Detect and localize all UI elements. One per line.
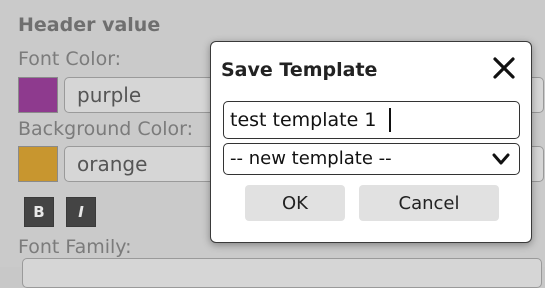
cancel-button[interactable]: Cancel [359, 185, 499, 221]
font-color-swatch[interactable] [18, 77, 58, 113]
bold-button[interactable]: B [24, 197, 54, 227]
chevron-down-icon [492, 153, 510, 165]
save-template-dialog: Save Template -- new template -- OK Canc… [210, 41, 532, 243]
background-color-swatch[interactable] [18, 146, 58, 182]
template-select-value: -- new template -- [230, 148, 392, 169]
font-color-label: Font Color: [18, 48, 122, 70]
dialog-title: Save Template [221, 59, 378, 81]
background-color-label: Background Color: [18, 118, 194, 140]
font-family-label: Font Family: [18, 236, 132, 258]
section-header: Header value [18, 14, 161, 36]
ok-button[interactable]: OK [245, 185, 345, 221]
close-icon[interactable] [487, 51, 521, 85]
font-family-select[interactable] [22, 258, 542, 288]
template-name-input[interactable] [223, 101, 520, 139]
italic-button[interactable]: I [66, 197, 96, 227]
text-cursor [389, 108, 391, 132]
template-select[interactable]: -- new template -- [223, 143, 520, 175]
